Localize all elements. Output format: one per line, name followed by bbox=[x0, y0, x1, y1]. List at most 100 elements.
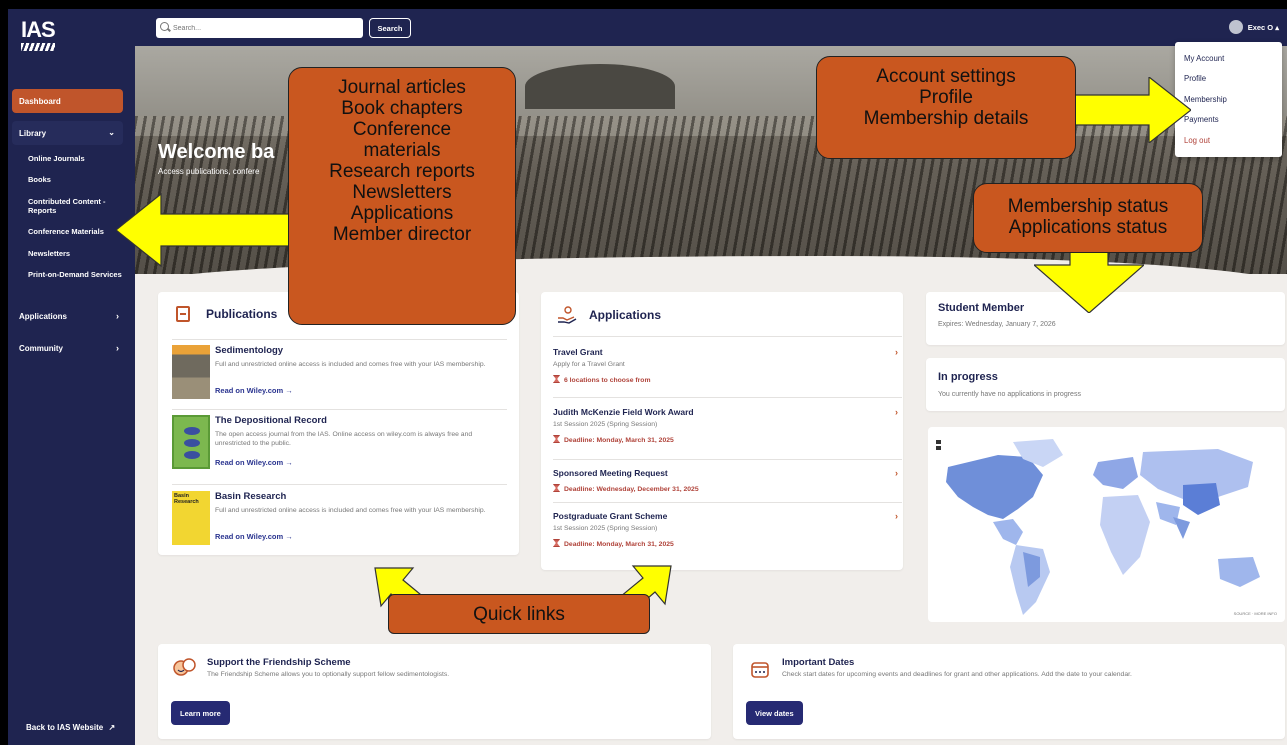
chevron-right-icon: › bbox=[895, 511, 898, 521]
book-icon bbox=[176, 306, 190, 322]
journal-cover-basin-research: Basin Research bbox=[172, 491, 210, 545]
journal-cover-sedimentology bbox=[172, 345, 210, 399]
application-name: Postgraduate Grant Scheme bbox=[553, 511, 668, 521]
sidebar-item-conference-materials[interactable]: Conference Materials bbox=[28, 227, 124, 236]
callout-line: Account settings bbox=[876, 66, 1016, 87]
divider bbox=[172, 339, 507, 340]
sidebar-item-label: Dashboard bbox=[19, 97, 61, 106]
publication-item[interactable]: Basin Research Basin Research Full and u… bbox=[172, 491, 507, 551]
back-link-label: Back to IAS Website bbox=[26, 723, 104, 732]
chevron-right-icon: › bbox=[895, 407, 898, 417]
membership-expiry: Expires: Wednesday, January 7, 2026 bbox=[938, 321, 1056, 328]
publications-card: Publications Sedimentology Full and unre… bbox=[158, 292, 519, 555]
publication-name: Basin Research bbox=[215, 491, 287, 502]
account-dropdown: My Account Profile Membership Payments L… bbox=[1175, 42, 1282, 157]
card-title: Publications bbox=[206, 307, 278, 321]
read-on-wiley-link[interactable]: Read on Wiley.com → bbox=[215, 458, 293, 467]
calendar-icon bbox=[751, 662, 769, 678]
deadline-text: Deadline: Wednesday, December 31, 2025 bbox=[564, 486, 699, 493]
cover-blob bbox=[184, 427, 200, 435]
cover-title: Basin Research bbox=[174, 493, 199, 505]
member-world-map[interactable]: SOURCE · MORE INFO bbox=[928, 427, 1285, 622]
application-sub: 1st Session 2025 (Spring Session) bbox=[553, 525, 658, 532]
sidebar-item-library[interactable]: Library ⌄ bbox=[12, 121, 123, 145]
sidebar-item-newsletters[interactable]: Newsletters bbox=[28, 249, 124, 258]
search-input[interactable] bbox=[156, 18, 363, 38]
learn-more-button[interactable]: Learn more bbox=[171, 701, 230, 725]
callout-line: Quick links bbox=[473, 604, 565, 625]
application-postgraduate-grant[interactable]: Postgraduate Grant Scheme 1st Session 20… bbox=[553, 511, 898, 551]
divider bbox=[553, 336, 902, 337]
chevron-right-icon: › bbox=[895, 347, 898, 357]
publication-desc: Full and unrestricted online access is i… bbox=[215, 361, 486, 368]
callout-line: materials bbox=[363, 140, 441, 161]
arrow-to-library-icon bbox=[116, 192, 306, 268]
sidebar-item-online-journals[interactable]: Online Journals bbox=[28, 154, 124, 163]
publication-desc: Full and unrestricted online access is i… bbox=[215, 507, 486, 514]
search-icon bbox=[160, 22, 169, 31]
chevron-right-icon: › bbox=[116, 343, 119, 353]
application-deadline: Deadline: Wednesday, December 31, 2025 bbox=[553, 484, 699, 493]
external-link-icon: ↗ bbox=[108, 723, 116, 732]
friendship-desc: The Friendship Scheme allows you to opti… bbox=[207, 671, 450, 678]
friendship-title: Support the Friendship Scheme bbox=[207, 657, 351, 668]
link-label: Read on Wiley.com bbox=[215, 386, 284, 395]
account-callout: Account settings Profile Membership deta… bbox=[816, 56, 1076, 159]
user-name: Exec O bbox=[1247, 23, 1274, 32]
sidebar-item-applications[interactable]: Applications › bbox=[19, 311, 123, 321]
view-dates-button[interactable]: View dates bbox=[746, 701, 803, 725]
sidebar-item-label: Applications bbox=[19, 312, 68, 321]
sidebar-item-contributed-content[interactable]: Contributed Content - Reports bbox=[28, 197, 124, 215]
callout-line: Membership status bbox=[1007, 196, 1169, 217]
application-sub: 1st Session 2025 (Spring Session) bbox=[553, 421, 658, 428]
search-button[interactable]: Search bbox=[369, 18, 411, 38]
publication-desc: The open access journal from the IAS. On… bbox=[215, 431, 473, 447]
app-window: IAS Dashboard Library ⌄ Online Journals … bbox=[8, 9, 1287, 745]
journal-cover-depositional-record bbox=[172, 415, 210, 469]
chevron-right-icon: › bbox=[895, 468, 898, 478]
important-dates-card: Important Dates Check start dates for up… bbox=[733, 644, 1285, 739]
publication-item[interactable]: Sedimentology Full and unrestricted onli… bbox=[172, 345, 507, 405]
logo-stripes-icon bbox=[21, 43, 55, 51]
publication-name: The Depositional Record bbox=[215, 415, 327, 426]
avatar[interactable] bbox=[1229, 20, 1243, 34]
cover-blob bbox=[184, 451, 200, 459]
application-sponsored-meeting[interactable]: Sponsored Meeting Request Deadline: Wedn… bbox=[553, 468, 898, 498]
hourglass-icon bbox=[553, 539, 560, 547]
application-travel-grant[interactable]: Travel Grant Apply for a Travel Grant 6 … bbox=[553, 347, 898, 387]
user-menu-toggle[interactable]: Exec O ▴ bbox=[1248, 23, 1279, 32]
deadline-text: Deadline: Monday, March 31, 2025 bbox=[564, 541, 674, 548]
in-progress-title: In progress bbox=[938, 371, 998, 383]
sidebar: IAS Dashboard Library ⌄ Online Journals … bbox=[8, 9, 135, 745]
cover-blob bbox=[184, 439, 200, 447]
arrow-right-icon: → bbox=[285, 458, 293, 467]
hourglass-icon bbox=[553, 375, 560, 383]
application-field-work-award[interactable]: Judith McKenzie Field Work Award 1st Ses… bbox=[553, 407, 898, 447]
application-deadline: Deadline: Monday, March 31, 2025 bbox=[553, 435, 674, 444]
logo-text: IAS bbox=[21, 17, 56, 42]
callout-line: Conference bbox=[352, 119, 452, 140]
ias-logo[interactable]: IAS bbox=[21, 17, 56, 51]
sidebar-item-books[interactable]: Books bbox=[28, 175, 124, 184]
callout-line: Profile bbox=[919, 87, 973, 108]
publication-item[interactable]: The Depositional Record The open access … bbox=[172, 415, 507, 475]
dates-desc: Check start dates for upcoming events an… bbox=[782, 671, 1132, 678]
sidebar-item-label: Library bbox=[19, 129, 47, 138]
hand-money-icon bbox=[558, 306, 577, 324]
sidebar-item-community[interactable]: Community › bbox=[19, 343, 123, 353]
divider bbox=[553, 502, 902, 503]
divider bbox=[553, 459, 902, 460]
quick-links-callout: Quick links bbox=[388, 594, 650, 634]
read-on-wiley-link[interactable]: Read on Wiley.com → bbox=[215, 532, 293, 541]
callout-line: Newsletters bbox=[352, 182, 452, 203]
callout-line: Book chapters bbox=[341, 98, 463, 119]
divider bbox=[172, 409, 507, 410]
back-to-website-link[interactable]: Back to IAS Website ↗ bbox=[26, 723, 115, 732]
callout-line: Membership details bbox=[863, 108, 1029, 129]
read-on-wiley-link[interactable]: Read on Wiley.com → bbox=[215, 386, 293, 395]
sidebar-item-print-on-demand[interactable]: Print-on-Demand Services bbox=[28, 270, 124, 279]
sidebar-item-label: Community bbox=[19, 344, 63, 353]
menu-item-my-account[interactable]: My Account bbox=[1184, 54, 1224, 63]
sidebar-item-dashboard[interactable]: Dashboard bbox=[12, 89, 123, 113]
hourglass-icon bbox=[553, 484, 560, 492]
